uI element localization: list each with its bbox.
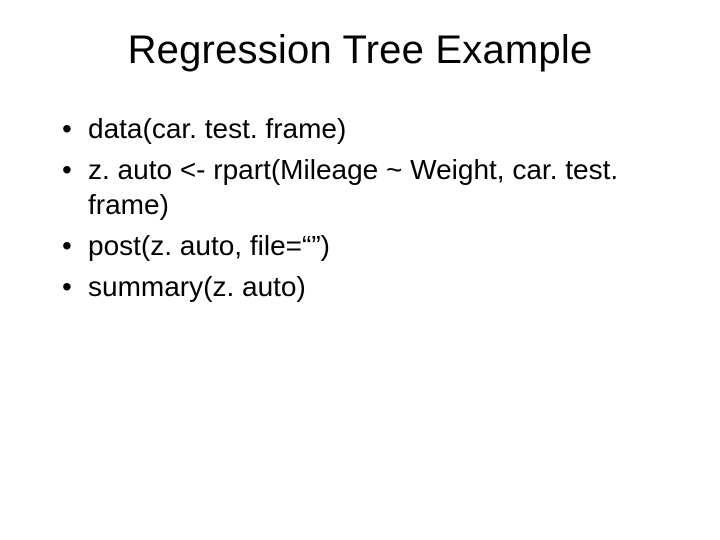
slide-title: Regression Tree Example bbox=[50, 28, 670, 73]
bullet-list: data(car. test. frame) z. auto <- rpart(… bbox=[50, 111, 670, 304]
list-item: z. auto <- rpart(Mileage ~ Weight, car. … bbox=[60, 152, 670, 222]
list-item: data(car. test. frame) bbox=[60, 111, 670, 146]
slide: Regression Tree Example data(car. test. … bbox=[0, 0, 720, 540]
list-item: post(z. auto, file=“”) bbox=[60, 228, 670, 263]
list-item: summary(z. auto) bbox=[60, 269, 670, 304]
